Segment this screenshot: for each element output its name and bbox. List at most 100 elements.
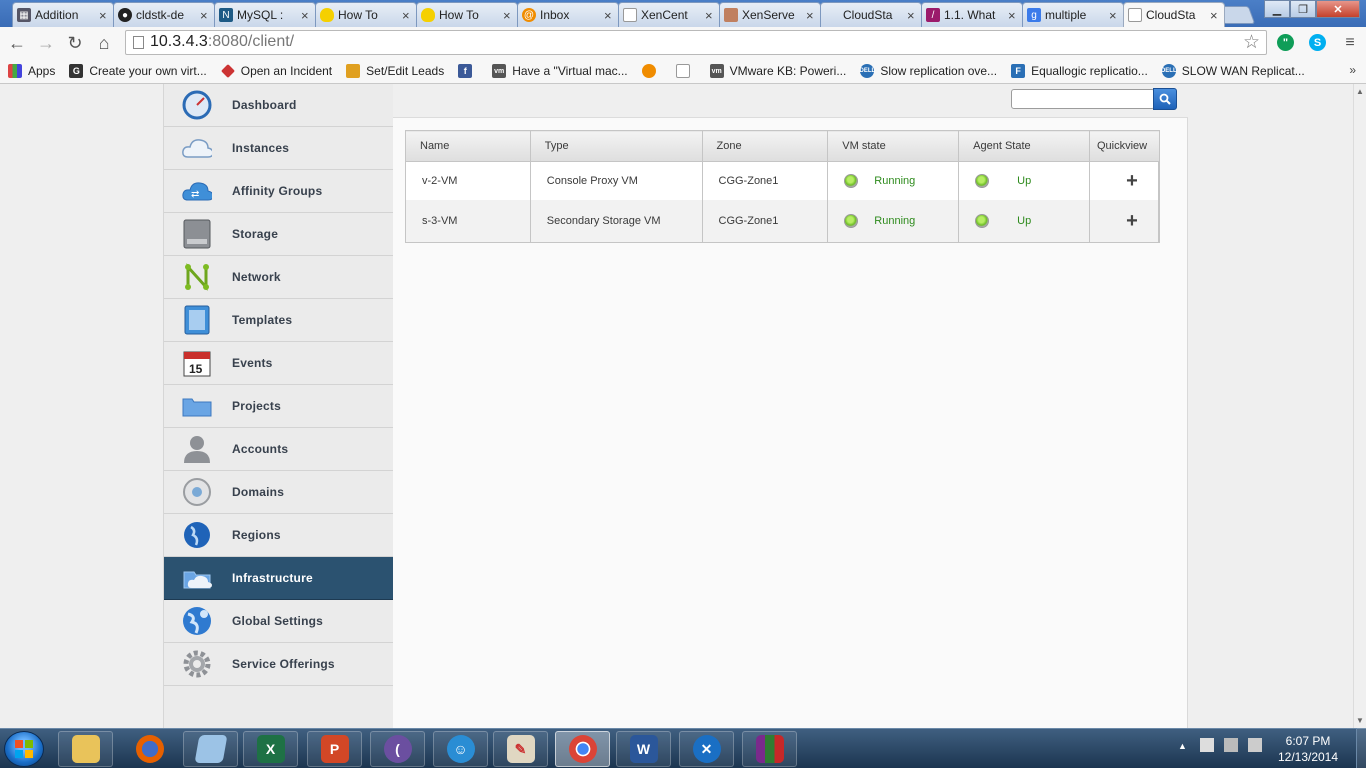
bookmark-facebook[interactable]: f [458, 64, 478, 78]
bookmark-document[interactable] [675, 64, 696, 78]
skype-icon[interactable]: S [1309, 34, 1326, 51]
close-icon[interactable]: × [503, 8, 513, 23]
close-icon[interactable]: × [301, 8, 311, 23]
bookmark-star-icon[interactable]: ☆ [1243, 31, 1260, 54]
tab-howto-1[interactable]: How To × [315, 2, 417, 27]
table-row[interactable]: v-2-VM Console Proxy VM CGG-Zone1 Runnin… [405, 161, 1160, 200]
home-icon[interactable]: ⌂ [93, 32, 115, 54]
minimize-icon[interactable]: ▁ [1264, 0, 1290, 18]
tab-inbox[interactable]: @ Inbox × [517, 2, 619, 27]
taskbar-excel[interactable]: X [243, 731, 298, 767]
sidebar-item-domains[interactable]: Domains [164, 471, 394, 514]
forward-arrow-icon[interactable]: → [35, 32, 57, 54]
address-bar[interactable]: 10.3.4.3:8080/client/ [125, 30, 1267, 55]
close-icon[interactable]: × [1109, 8, 1119, 23]
taskbar-paint[interactable]: ✎ [493, 731, 548, 767]
bookmark-slow-wan[interactable]: DELL SLOW WAN Replicat... [1161, 64, 1305, 78]
bookmark-set-edit-leads[interactable]: Set/Edit Leads [346, 64, 444, 78]
taskbar-notepad[interactable] [183, 731, 238, 767]
tab-addition[interactable]: ▦ Addition × [12, 2, 114, 27]
menu-icon[interactable]: ≡ [1339, 32, 1361, 54]
close-icon[interactable]: × [402, 8, 412, 23]
close-icon[interactable]: × [1210, 8, 1220, 23]
bookmark-equallogic[interactable]: F Equallogic replicatio... [1011, 64, 1148, 78]
google-icon: g [1027, 8, 1041, 22]
taskbar-explorer[interactable] [58, 731, 113, 767]
bookmark-virtual-mac[interactable]: vm Have a "Virtual mac... [492, 64, 628, 78]
tab-mysql[interactable]: N MySQL : × [214, 2, 316, 27]
bookmark-slow-replication[interactable]: DELL Slow replication ove... [860, 64, 997, 78]
bookmark-vmware-kb[interactable]: vm VMware KB: Poweri... [709, 64, 846, 78]
taskbar-xenapp[interactable]: ✕ [679, 731, 734, 767]
tab-cloudstack-1[interactable]: CloudSta × [820, 2, 922, 27]
tray-network-icon[interactable] [1200, 738, 1214, 752]
bookmark-apps[interactable]: Apps [8, 64, 55, 78]
search-input[interactable] [1011, 89, 1155, 109]
bookmark-orange[interactable] [641, 64, 662, 78]
close-icon[interactable]: × [907, 8, 917, 23]
back-arrow-icon[interactable]: ← [6, 32, 28, 54]
sidebar-item-accounts[interactable]: Accounts [164, 428, 394, 471]
taskbar-firefox[interactable] [122, 731, 177, 767]
column-header-name[interactable]: Name [405, 130, 531, 162]
sidebar-item-global-settings[interactable]: Global Settings [164, 600, 394, 643]
restore-icon[interactable]: ❐ [1290, 0, 1316, 18]
sidebar-item-affinity-groups[interactable]: ⇄ Affinity Groups [164, 170, 394, 213]
show-desktop-button[interactable] [1356, 728, 1366, 768]
column-header-zone[interactable]: Zone [702, 130, 829, 162]
bookmark-create-virt[interactable]: G Create your own virt... [69, 64, 207, 78]
tab-github[interactable]: ● cldstk-de × [113, 2, 215, 27]
taskbar-powerpoint[interactable]: P [307, 731, 362, 767]
tray-expand-icon[interactable]: ▲ [1178, 741, 1187, 751]
sidebar-item-dashboard[interactable]: Dashboard [164, 84, 394, 127]
taskbar-chrome[interactable] [555, 731, 610, 767]
taskbar-winrar[interactable] [742, 731, 797, 767]
tab-howto-2[interactable]: How To × [416, 2, 518, 27]
column-header-type[interactable]: Type [530, 130, 703, 162]
start-button[interactable] [4, 731, 44, 767]
taskbar-word[interactable]: W [616, 731, 671, 767]
close-icon[interactable]: × [806, 8, 816, 23]
quickview-plus-icon[interactable]: + [1126, 211, 1138, 231]
scroll-down-icon[interactable]: ▼ [1356, 716, 1364, 725]
sidebar-item-regions[interactable]: Regions [164, 514, 394, 557]
tab-multiple[interactable]: g multiple × [1022, 2, 1124, 27]
scroll-up-icon[interactable]: ▲ [1356, 87, 1364, 96]
search-button[interactable] [1153, 88, 1177, 110]
close-icon[interactable]: × [604, 8, 614, 23]
close-icon[interactable]: × [200, 8, 210, 23]
sidebar-item-infrastructure[interactable]: Infrastructure [164, 557, 394, 600]
sidebar-item-instances[interactable]: Instances [164, 127, 394, 170]
bookmarks-overflow-icon[interactable]: » [1349, 63, 1356, 77]
bookmark-label: Slow replication ove... [880, 64, 998, 78]
sidebar-item-projects[interactable]: Projects [164, 385, 394, 428]
tray-speaker-icon[interactable] [1248, 738, 1262, 752]
close-icon[interactable]: × [705, 8, 715, 23]
tab-what[interactable]: / 1.1. What × [921, 2, 1023, 27]
reload-icon[interactable]: ↻ [64, 32, 86, 54]
sidebar-item-network[interactable]: Network [164, 256, 394, 299]
vertical-scrollbar[interactable]: ▲ ▼ [1353, 84, 1366, 728]
sidebar-item-templates[interactable]: Templates [164, 299, 394, 342]
quickview-plus-icon[interactable]: + [1126, 171, 1138, 191]
tab-xencenter[interactable]: XenCent × [618, 2, 720, 27]
sidebar-item-storage[interactable]: Storage [164, 213, 394, 256]
column-header-vm-state[interactable]: VM state [827, 130, 960, 162]
taskbar-clock[interactable]: 6:07 PM 12/13/2014 [1273, 733, 1343, 765]
close-icon[interactable]: × [99, 8, 109, 23]
sidebar-item-service-offerings[interactable]: Service Offerings [164, 643, 394, 686]
cell-name[interactable]: s-3-VM [405, 200, 531, 243]
cell-name[interactable]: v-2-VM [405, 161, 531, 200]
tab-xenserver[interactable]: XenServe × [719, 2, 821, 27]
tray-device-icon[interactable] [1224, 738, 1238, 752]
sidebar-item-events[interactable]: 15 Events [164, 342, 394, 385]
table-row[interactable]: s-3-VM Secondary Storage VM CGG-Zone1 Ru… [405, 200, 1160, 243]
bookmark-open-incident[interactable]: Open an Incident [220, 64, 332, 78]
close-icon[interactable]: × [1008, 8, 1018, 23]
taskbar-lync[interactable]: ☺ [433, 731, 488, 767]
taskbar-eclipse[interactable]: ( [370, 731, 425, 767]
tab-cloudstack-active[interactable]: CloudSta × [1123, 2, 1225, 27]
hangouts-icon[interactable]: " [1277, 34, 1294, 51]
window-close-icon[interactable]: ✕ [1316, 0, 1360, 18]
column-header-agent-state[interactable]: Agent State [958, 130, 1090, 162]
